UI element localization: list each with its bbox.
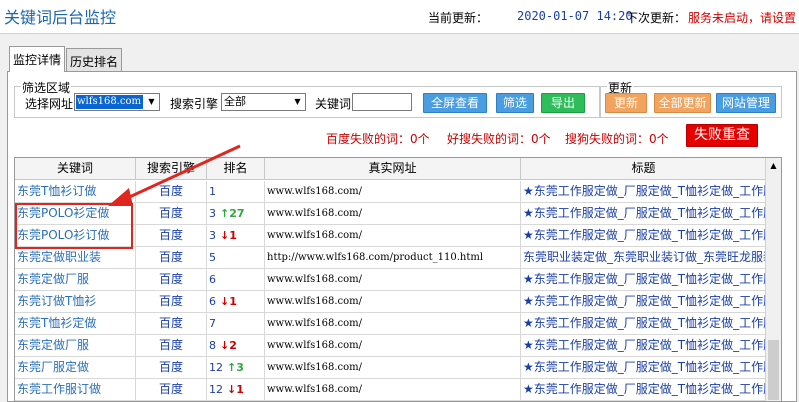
arrow-head [108, 188, 133, 206]
tab-monitor-detail[interactable]: 监控详情 [9, 46, 65, 72]
annotation-arrow [108, 144, 241, 206]
arrow-shaft [122, 144, 241, 202]
